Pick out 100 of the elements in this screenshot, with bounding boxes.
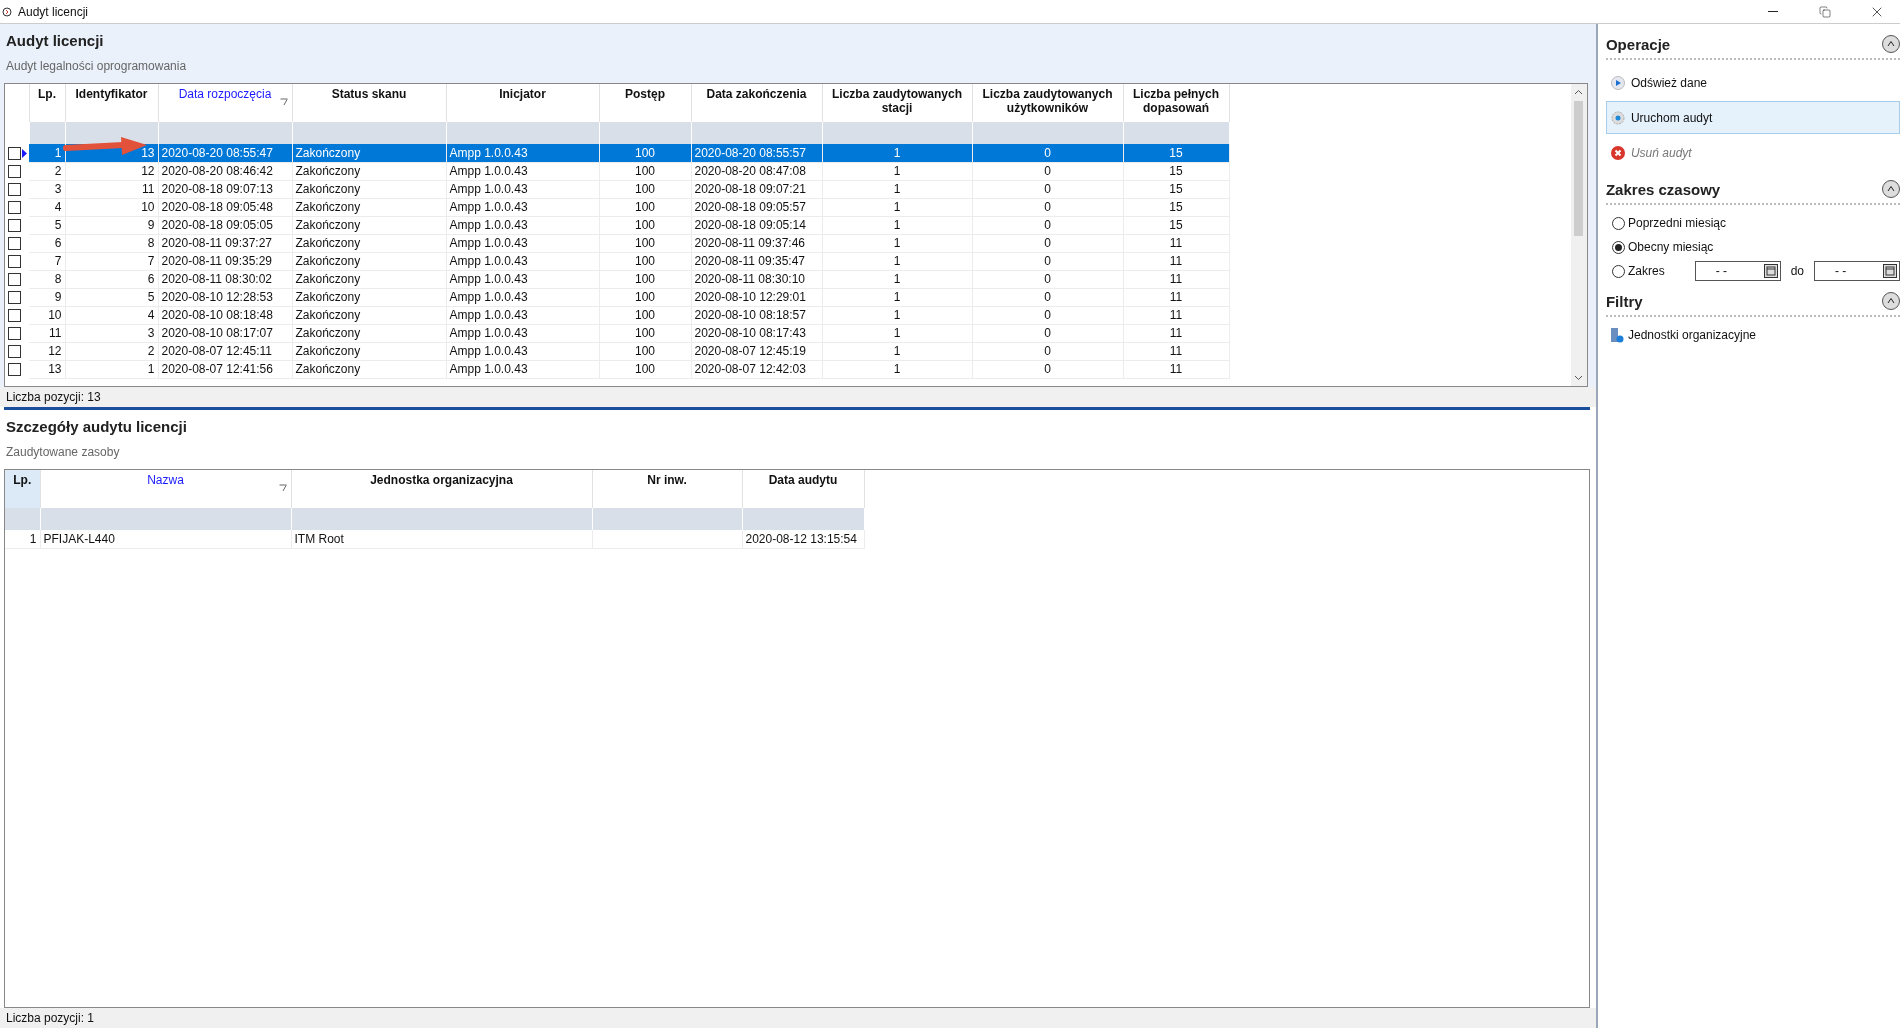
table-cell: 11 (1123, 342, 1229, 360)
calendar-icon[interactable] (1883, 264, 1897, 278)
table-cell: 0 (972, 198, 1123, 216)
table-cell: 2020-08-11 09:35:29 (158, 252, 292, 270)
table-cell: 2020-08-07 12:45:19 (691, 342, 822, 360)
table-cell: 3 (29, 180, 65, 198)
table-cell: Zakończony (292, 360, 446, 378)
scroll-up-icon[interactable] (1574, 88, 1584, 97)
row-checkbox[interactable] (8, 201, 21, 215)
collapse-button[interactable] (1882, 292, 1900, 310)
radio-button[interactable] (1611, 264, 1625, 278)
table-cell: 0 (972, 252, 1123, 270)
table-cell: 3 (65, 324, 158, 342)
row-checkbox[interactable] (8, 183, 21, 197)
table-row[interactable]: 1 13 2020-08-20 08:55:47 Zakończony Ampp 1.0.0.43 100 2020-08-20 08:55:57 1 0 15 (5, 144, 1229, 162)
column-header[interactable]: Liczba zaudytowanych stacji (822, 84, 972, 122)
table-cell: 15 (1123, 216, 1229, 234)
table-cell: 11 (1123, 306, 1229, 324)
column-header[interactable]: Lp. (29, 84, 65, 122)
radio-button[interactable] (1611, 216, 1625, 230)
column-header[interactable]: Nr inw. (592, 470, 742, 508)
table-cell: 2020-08-18 09:05:05 (158, 216, 292, 234)
table-cell: Zakończony (292, 252, 446, 270)
calendar-icon[interactable] (1763, 264, 1778, 278)
radio-option[interactable]: Obecny miesiąc (1605, 235, 1714, 259)
column-header[interactable]: Data rozpoczęcia (158, 84, 292, 122)
row-checkbox[interactable] (8, 273, 21, 287)
row-checkbox[interactable] (8, 219, 21, 233)
table-cell: 2020-08-10 08:17:07 (158, 324, 292, 342)
collapse-button[interactable] (1882, 180, 1900, 198)
column-header[interactable]: Inicjator (446, 84, 599, 122)
action-link[interactable]: Odśwież dane (1605, 66, 1900, 99)
panel-title: Audyt licencji (6, 32, 105, 49)
column-header[interactable]: Liczba zaudytowanych użytkowników (972, 84, 1123, 122)
table-cell: 0 (972, 342, 1123, 360)
row-checkbox[interactable] (8, 147, 21, 161)
table-cell: Zakończony (292, 270, 446, 288)
row-checkbox[interactable] (8, 327, 21, 341)
table-cell: 11 (1123, 288, 1229, 306)
column-header[interactable]: Data zakończenia (691, 84, 822, 122)
column-header[interactable]: Postęp (599, 84, 691, 122)
table-cell: 15 (1123, 144, 1229, 162)
table-cell: Ampp 1.0.0.43 (446, 198, 599, 216)
row-checkbox[interactable] (8, 345, 21, 359)
table-cell: 0 (972, 288, 1123, 306)
table-cell: Zakończony (292, 180, 446, 198)
row-checkbox[interactable] (8, 165, 21, 179)
status-text: Liczba pozycji: 13 (0, 387, 1596, 407)
row-checkbox[interactable] (8, 309, 21, 323)
table-cell: Zakończony (292, 342, 446, 360)
row-checkbox[interactable] (8, 363, 21, 377)
radio-option[interactable]: Poprzedni miesiąc (1605, 211, 1726, 235)
range-separator: do (1790, 264, 1804, 278)
collapse-button[interactable] (1882, 35, 1900, 53)
app-icon (2, 6, 12, 17)
table-cell: 2020-08-07 12:42:03 (691, 360, 822, 378)
table-cell: 11 (65, 180, 158, 198)
column-header[interactable]: Nazwa (40, 470, 291, 508)
table-cell: 2020-08-07 12:45:11 (158, 342, 292, 360)
scroll-down-icon[interactable] (1574, 373, 1584, 382)
table-cell: 2020-08-12 13:15:54 (742, 530, 864, 548)
table-row[interactable]: 1 PFIJAK-L440 ITM Root 2020-08-12 13:15:54 (5, 530, 864, 548)
column-header[interactable]: Identyfikator (65, 84, 158, 122)
table-cell: 11 (1123, 324, 1229, 342)
table-cell: 15 (1123, 198, 1229, 216)
row-checkbox[interactable] (8, 255, 21, 269)
column-header[interactable]: Jednostka organizacyjna (291, 470, 592, 508)
column-header[interactable]: Status skanu (292, 84, 446, 122)
date-field[interactable]: - - (1814, 261, 1900, 281)
table-cell: 1 (822, 216, 972, 234)
restore-icon (1819, 5, 1831, 18)
table-cell: 2020-08-20 08:47:08 (691, 162, 822, 180)
table-cell: 8 (29, 270, 65, 288)
column-header[interactable]: Liczba pełnych dopasowań (1123, 84, 1229, 122)
row-checkbox[interactable] (8, 237, 21, 251)
scrollbar[interactable] (1570, 84, 1587, 386)
table-cell: 1 (822, 342, 972, 360)
table-cell: 100 (599, 306, 691, 324)
radio-option[interactable]: Zakres (1605, 259, 1665, 283)
column-header[interactable]: Data audytu (742, 470, 864, 508)
radio-button[interactable] (1611, 240, 1625, 254)
table-cell: Ampp 1.0.0.43 (446, 216, 599, 234)
action-link[interactable]: Uruchom audyt (1605, 101, 1900, 134)
table-cell: 11 (29, 324, 65, 342)
table-cell: 1 (822, 360, 972, 378)
date-field[interactable]: - - (1694, 261, 1781, 281)
row-checkbox[interactable] (8, 291, 21, 305)
window-title: Audyt licencji (18, 4, 90, 19)
table-cell: 2020-08-11 09:37:46 (691, 234, 822, 252)
table-cell: 0 (972, 180, 1123, 198)
table-cell: Ampp 1.0.0.43 (446, 324, 599, 342)
table-cell: 5 (65, 288, 158, 306)
column-header[interactable]: Lp. (5, 470, 40, 508)
table-cell: 2020-08-11 08:30:10 (691, 270, 822, 288)
filter-item[interactable]: Jednostki organizacyjne (1605, 323, 1900, 347)
table-cell: 8 (65, 234, 158, 252)
table-cell: 100 (599, 162, 691, 180)
table-cell: 100 (599, 324, 691, 342)
table-cell: 7 (29, 252, 65, 270)
table-cell: PFIJAK-L440 (40, 530, 291, 548)
